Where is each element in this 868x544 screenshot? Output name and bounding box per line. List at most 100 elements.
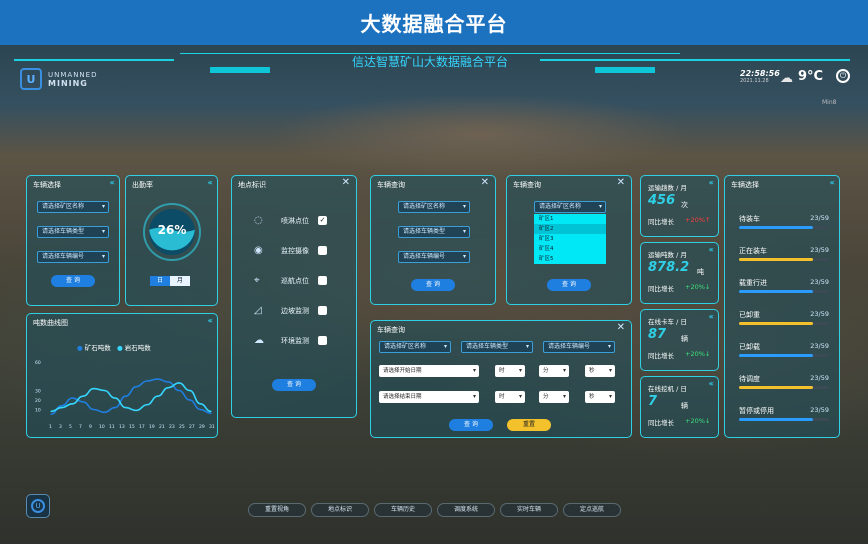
x-tick-label: 11	[109, 424, 115, 430]
dropdown-option[interactable]: 矿区3	[534, 234, 606, 244]
data-point	[157, 395, 159, 397]
stat-unit: 辆	[681, 335, 688, 343]
chevron-icon: ‹‹‹	[708, 178, 713, 187]
data-point	[167, 387, 169, 389]
data-point	[103, 389, 105, 392]
end-hour-select[interactable]: 时 ▾	[495, 391, 525, 403]
x-tick-label: 25	[179, 424, 185, 430]
location-mark-checkbox[interactable]	[318, 306, 327, 315]
close-icon[interactable]: ✕	[617, 322, 625, 333]
location-mark-checkbox[interactable]	[318, 336, 327, 345]
query-button[interactable]: 查 询	[547, 279, 591, 291]
end-second-select[interactable]: 秒 ▾	[585, 391, 615, 403]
location-mark-checkbox[interactable]	[318, 246, 327, 255]
location-mark-row[interactable]: ◌ 喷淋点位 ✓	[254, 215, 344, 227]
nav-button[interactable]: 地点标识	[311, 503, 369, 517]
vehicle-type-select[interactable]: 请选择车辆类型 ▾	[461, 341, 533, 353]
panel-title: 车辆查询	[513, 181, 541, 189]
data-point	[82, 401, 84, 403]
mine-name-select[interactable]: 请选择矿区名称 ▾	[398, 201, 470, 213]
weather-clock: 22:58:56 2021.11.28 ☁ 9°C ⏻ Min8	[740, 69, 850, 106]
slope-icon: ◿	[254, 305, 262, 316]
vehicle-type-select[interactable]: 请选择车辆类型 ▾	[398, 226, 470, 238]
nav-button[interactable]: 重置视角	[248, 503, 306, 517]
data-point	[135, 386, 137, 388]
start-second-select[interactable]: 秒 ▾	[585, 365, 615, 377]
mine-name-select[interactable]: 请选择矿区名称 ▾	[379, 341, 451, 353]
end-minute-select[interactable]: 分 ▾	[539, 391, 569, 403]
location-mark-row[interactable]: ☁ 环境监测	[254, 335, 344, 347]
attendance-panel: 出勤率 ‹‹‹ 26% 日 月	[125, 175, 218, 306]
vehicle-number-select[interactable]: 请选择车辆编号 ▾	[37, 251, 109, 263]
env-cloud-icon: ☁	[254, 335, 264, 346]
temperature: 9°C	[798, 69, 824, 84]
dropdown-option[interactable]: 矿区2	[534, 224, 606, 234]
status-fill	[739, 290, 813, 293]
nav-button[interactable]: 调度系统	[437, 503, 495, 517]
location-mark-checkbox[interactable]: ✓	[318, 216, 327, 225]
data-point	[189, 399, 191, 401]
dropdown-option[interactable]: 矿区1	[534, 214, 606, 224]
vehicle-status-panel: 车辆选择 ‹‹‹ 待装车 23/59 正在装车 23/59 载重行进 23/59 已卸重 23…	[724, 175, 840, 438]
dropdown-option[interactable]: 矿区4	[534, 244, 606, 254]
data-point	[167, 381, 169, 383]
status-count: 23/59	[810, 374, 829, 382]
data-point	[50, 410, 52, 412]
nav-button[interactable]: 实时车辆	[500, 503, 558, 517]
status-count: 23/59	[810, 246, 829, 254]
data-point	[50, 413, 52, 415]
vehicle-number-select[interactable]: 请选择车辆编号 ▾	[543, 341, 615, 353]
start-hour-select[interactable]: 时 ▾	[495, 365, 525, 377]
stat-compare: 同比增长	[648, 419, 674, 427]
vehicle-number-select[interactable]: 请选择车辆编号 ▾	[398, 251, 470, 263]
status-label: 暂停或停用	[739, 407, 774, 415]
y-tick-label: 20	[35, 398, 41, 404]
panel-title: 地点标识	[238, 181, 266, 189]
reset-button[interactable]: 重置	[507, 419, 551, 431]
close-icon[interactable]: ✕	[481, 177, 489, 188]
x-tick-label: 19	[149, 424, 155, 430]
mine-name-select[interactable]: 请选择矿区名称 ▾	[37, 201, 109, 213]
x-tick-label: 10	[99, 424, 105, 430]
home-button[interactable]: U	[26, 494, 50, 518]
mine-name-select[interactable]: 请选择矿区名称 ▾	[534, 201, 606, 213]
data-point	[178, 382, 180, 384]
tonnage-chart-panel: 吨数曲线图 ‹‹‹ ● 矿石吨数 ● 岩石吨数 60 30 20 10 1 3 5 7 9 10 1…	[26, 313, 218, 438]
y-tick-label: 60	[35, 360, 41, 366]
query-button[interactable]: 查 询	[51, 275, 95, 287]
query-button[interactable]: 查 询	[411, 279, 455, 291]
data-point	[199, 408, 201, 411]
data-point	[157, 378, 159, 380]
hud-line-left	[14, 59, 174, 61]
close-icon[interactable]: ✕	[617, 177, 625, 188]
end-date-select[interactable]: 请选择结束日期 ▾	[379, 391, 479, 403]
vehicle-type-select[interactable]: 请选择车辆类型 ▾	[37, 226, 109, 238]
dropdown-option[interactable]: 矿区5	[534, 254, 606, 264]
query-button[interactable]: 查 询	[449, 419, 493, 431]
power-icon[interactable]: ⏻	[836, 69, 850, 83]
start-minute-select[interactable]: 分 ▾	[539, 365, 569, 377]
camera-icon: ◉	[254, 245, 263, 256]
x-tick-label: 23	[169, 424, 175, 430]
location-mark-checkbox[interactable]	[318, 276, 327, 285]
nav-button[interactable]: 车辆历史	[374, 503, 432, 517]
x-tick-label: 31	[209, 424, 215, 430]
tab-day[interactable]: 日	[150, 276, 170, 286]
query-button[interactable]: 查 询	[272, 379, 316, 391]
mine-scene[interactable]: 信达智慧矿山大数据融合平台 U UNMANNED MINING 22:58:56…	[0, 45, 868, 544]
status-label: 待装车	[739, 215, 760, 223]
data-point	[93, 388, 95, 390]
status-fill	[739, 386, 813, 389]
x-tick-label: 17	[139, 424, 145, 430]
page-title-banner: 大数据融合平台	[0, 0, 868, 45]
chevron-icon: ‹‹‹	[708, 379, 713, 388]
location-mark-row[interactable]: ◉ 监控摄像	[254, 245, 344, 257]
location-mark-row[interactable]: ⌖ 巡航点位	[254, 275, 344, 287]
close-icon[interactable]: ✕	[342, 177, 350, 188]
location-mark-row[interactable]: ◿ 边坡监测	[254, 305, 344, 317]
stat-delta: +20%↓	[685, 283, 711, 291]
status-count: 23/59	[810, 310, 829, 318]
start-date-select[interactable]: 请选择开始日期 ▾	[379, 365, 479, 377]
tab-month[interactable]: 月	[170, 276, 190, 286]
nav-button[interactable]: 定点巡航	[563, 503, 621, 517]
